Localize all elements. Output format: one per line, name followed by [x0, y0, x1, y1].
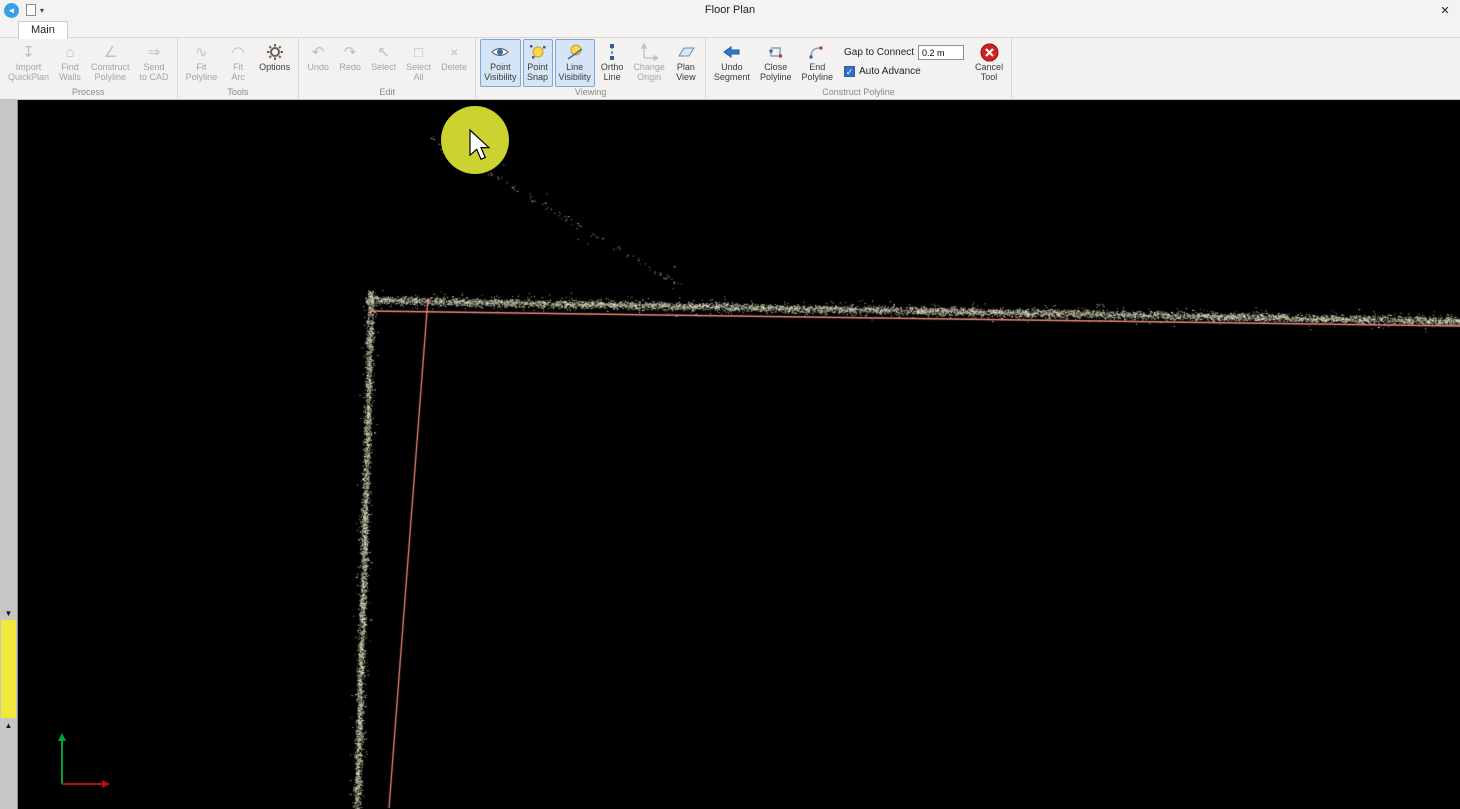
- close-button[interactable]: ✕: [1430, 4, 1460, 17]
- redo-label: Redo: [339, 62, 361, 72]
- point-visibility-label: Point Visibility: [484, 62, 516, 82]
- send-to-cad-button[interactable]: ⇒Send to CAD: [136, 39, 173, 87]
- viewport[interactable]: [18, 100, 1460, 809]
- select-label: Select: [371, 62, 396, 72]
- group-label: Tools: [181, 87, 296, 99]
- send-to-cad-label: Send to CAD: [140, 62, 169, 82]
- line-visibility-label: Line Visibility: [559, 62, 591, 82]
- select-button[interactable]: ↖Select: [367, 39, 400, 87]
- end-polyline-button[interactable]: End Polyline: [797, 39, 837, 87]
- find-walls-button[interactable]: ⌂Find Walls: [55, 39, 85, 87]
- gap-to-connect-input[interactable]: [918, 45, 964, 60]
- plan-view-label: Plan View: [676, 62, 695, 82]
- fit-polyline-icon: ∿: [195, 42, 208, 62]
- back-button[interactable]: ◄: [4, 3, 19, 18]
- point-snap-icon: [529, 42, 547, 62]
- ribbon-tab-row: Main: [0, 20, 1460, 38]
- import-quickplan-label: Import QuickPlan: [8, 62, 49, 82]
- delete-button[interactable]: ×Delete: [437, 39, 471, 87]
- titlebar: ◄ ▾ Floor Plan ✕: [0, 0, 1460, 20]
- end-polyline-icon: [808, 42, 826, 62]
- ribbon-group-process: ↧Import QuickPlan⌂Find Walls∠Construct P…: [0, 38, 178, 99]
- viewport-overlay: [18, 100, 1460, 809]
- construct-polyline-icon: ∠: [104, 42, 117, 62]
- undo-label: Undo: [307, 62, 329, 72]
- ortho-line-button[interactable]: Ortho Line: [597, 39, 628, 87]
- delete-label: Delete: [441, 62, 467, 72]
- point-snap-label: Point Snap: [527, 62, 548, 82]
- plan-view-icon: [676, 42, 696, 62]
- ortho-line-icon: [603, 42, 621, 62]
- change-origin-button[interactable]: Change Origin: [629, 39, 669, 87]
- line-visibility-icon: [566, 42, 584, 62]
- construct-polyline-options: Gap to Connect ✓ Auto Advance: [844, 45, 964, 77]
- undo-segment-icon: [722, 42, 742, 62]
- ortho-line-label: Ortho Line: [601, 62, 624, 82]
- options-label: Options: [259, 62, 290, 72]
- fit-arc-label: Fit Arc: [231, 62, 245, 82]
- point-visibility-button[interactable]: Point Visibility: [480, 39, 520, 87]
- import-quickplan-button[interactable]: ↧Import QuickPlan: [4, 39, 53, 87]
- ribbon-group-viewing: Point Visibility Point Snap Line Visibilit…: [476, 38, 706, 99]
- group-label: Construct Polyline: [709, 87, 1008, 99]
- eye-icon: [490, 42, 510, 62]
- ribbon-group-edit: ↶Undo↷Redo↖Select□Select All×DeleteEdit: [299, 38, 476, 99]
- select-all-label: Select All: [406, 62, 431, 82]
- undo-segment-button[interactable]: Undo Segment: [710, 39, 754, 87]
- cancel-tool-label: Cancel Tool: [975, 62, 1003, 82]
- gap-to-connect-label: Gap to Connect: [844, 47, 914, 58]
- quick-access-file-icon[interactable]: [26, 4, 36, 16]
- fit-polyline-label: Fit Polyline: [186, 62, 218, 82]
- elevation-slider-track[interactable]: ▼ ▲: [0, 100, 18, 809]
- options-button[interactable]: Options: [255, 39, 294, 87]
- window-title: Floor Plan: [0, 4, 1460, 16]
- delete-icon: ×: [450, 42, 458, 62]
- change-origin-label: Change Origin: [633, 62, 665, 82]
- elevation-slider-thumb[interactable]: [1, 620, 16, 718]
- send-to-cad-icon: ⇒: [148, 42, 161, 62]
- construct-polyline-label: Construct Polyline: [91, 62, 130, 82]
- plan-view-button[interactable]: Plan View: [671, 39, 701, 87]
- cancel-tool-button[interactable]: Cancel Tool: [971, 39, 1007, 87]
- axis-gizmo-x-arrowhead: [102, 780, 110, 788]
- gear-icon: [266, 42, 284, 62]
- cancel-icon: [980, 42, 999, 62]
- auto-advance-label: Auto Advance: [859, 66, 921, 77]
- point-snap-button[interactable]: Point Snap: [523, 39, 553, 87]
- select-cursor-icon: ↖: [377, 42, 390, 62]
- undo-segment-label: Undo Segment: [714, 62, 750, 82]
- import-icon: ↧: [22, 42, 35, 62]
- close-polyline-icon: [767, 42, 785, 62]
- ribbon: ↧Import QuickPlan⌂Find Walls∠Construct P…: [0, 38, 1460, 100]
- fit-arc-icon: ◠: [232, 42, 245, 62]
- quick-access-caret-icon[interactable]: ▾: [40, 6, 44, 15]
- select-all-button[interactable]: □Select All: [402, 39, 435, 87]
- undo-button[interactable]: ↶Undo: [303, 39, 333, 87]
- line-visibility-button[interactable]: Line Visibility: [555, 39, 595, 87]
- find-walls-label: Find Walls: [59, 62, 81, 82]
- group-label: Process: [3, 87, 174, 99]
- redo-button[interactable]: ↷Redo: [335, 39, 365, 87]
- group-label: Viewing: [479, 87, 702, 99]
- slider-arrow-up-icon[interactable]: ▲: [0, 721, 17, 730]
- change-origin-icon: [640, 42, 658, 62]
- select-all-icon: □: [414, 42, 423, 62]
- find-walls-icon: ⌂: [66, 42, 75, 62]
- undo-icon: ↶: [312, 42, 325, 62]
- ribbon-group-construct-polyline: Undo Segment Close Polyline End Polyline Ga…: [706, 38, 1012, 99]
- close-polyline-button[interactable]: Close Polyline: [756, 39, 796, 87]
- ribbon-group-tools: ∿Fit Polyline◠Fit ArcOptionsTools: [178, 38, 300, 99]
- axis-gizmo-y-arrowhead: [58, 733, 66, 741]
- tab-main[interactable]: Main: [18, 21, 68, 39]
- fit-arc-button[interactable]: ◠Fit Arc: [223, 39, 253, 87]
- redo-icon: ↷: [344, 42, 357, 62]
- slider-arrow-down-icon[interactable]: ▼: [0, 609, 17, 618]
- auto-advance-checkbox[interactable]: ✓: [844, 66, 855, 77]
- close-polyline-label: Close Polyline: [760, 62, 792, 82]
- end-polyline-label: End Polyline: [801, 62, 833, 82]
- fit-polyline-button[interactable]: ∿Fit Polyline: [182, 39, 222, 87]
- construct-polyline-button[interactable]: ∠Construct Polyline: [87, 39, 134, 87]
- group-label: Edit: [302, 87, 472, 99]
